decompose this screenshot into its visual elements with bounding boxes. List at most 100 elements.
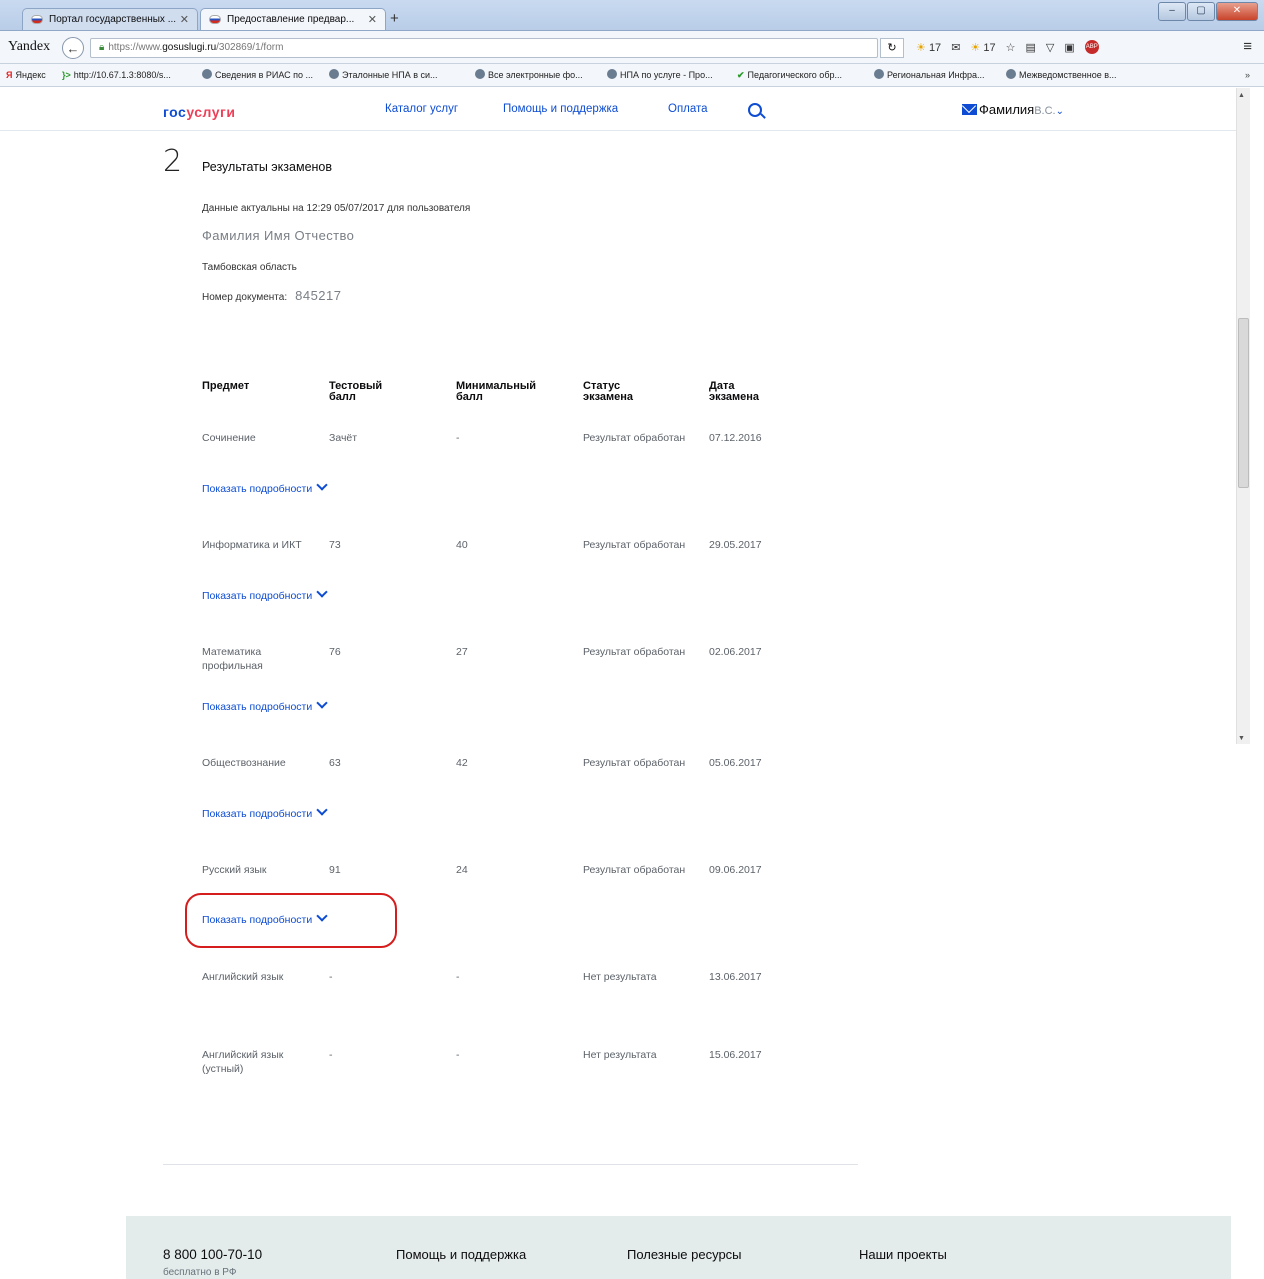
col-header-status: Статус экзамена	[583, 380, 634, 403]
arrow-icon: }>	[62, 70, 71, 80]
cell-status: Результат обработан	[583, 646, 686, 658]
nav-help[interactable]: Помощь и поддержка	[503, 103, 618, 115]
show-details-link[interactable]: Показать подробности	[202, 479, 328, 495]
cell-score: 73	[329, 539, 341, 551]
close-tab-icon[interactable]: ✕	[368, 9, 377, 30]
cell-score: -	[329, 971, 333, 983]
cell-min-score: 27	[456, 646, 468, 658]
cell-status: Результат обработан	[583, 757, 686, 769]
chevron-down-icon: ⌄	[1055, 106, 1064, 117]
footer-link-projects[interactable]: Наши проекты	[859, 1247, 947, 1262]
show-details-link[interactable]: Показать подробности	[202, 697, 328, 713]
bookmark-item[interactable]: Региональная Инфра...	[874, 64, 985, 86]
scroll-up-icon[interactable]: ▲	[1238, 92, 1245, 99]
bookmark-yandex[interactable]: Я Яндекс	[6, 64, 46, 86]
browser-menu-icon[interactable]: ≡	[1243, 38, 1252, 55]
bookmark-item[interactable]: Межведомственное в...	[1006, 64, 1117, 86]
search-icon[interactable]	[748, 103, 762, 117]
toolbar-icons: ☀ 17 ✉ ☀ 17 ☆ ▤ ▽ ▣ ABP	[916, 40, 1099, 54]
cell-min-score: -	[456, 971, 460, 983]
tab-label: Портал государственных ...	[49, 14, 177, 25]
mail-icon[interactable]	[962, 104, 977, 115]
bookmark-item[interactable]: Эталонные НПА в си...	[329, 64, 438, 86]
mail-widget-icon[interactable]: ✉	[951, 41, 960, 54]
browser-brand: Yandex	[8, 39, 51, 54]
globe-icon	[874, 69, 884, 79]
reading-list-icon[interactable]: ▤	[1025, 41, 1035, 54]
cell-min-score: 42	[456, 757, 468, 769]
weather-widget-2[interactable]: ☀ 17	[970, 41, 995, 54]
content-divider	[163, 1164, 858, 1165]
bookmark-item[interactable]: Все электронные фо...	[475, 64, 583, 86]
cell-date: 09.06.2017	[709, 864, 762, 876]
close-tab-icon[interactable]: ✕	[180, 9, 189, 30]
nav-catalog[interactable]: Каталог услуг	[385, 103, 458, 115]
col-header-score: Тестовый балл	[329, 380, 383, 403]
cell-subject: Математика профильная	[202, 646, 263, 672]
reload-button[interactable]: ↻	[880, 38, 904, 58]
cell-status: Нет результата	[583, 1049, 657, 1061]
browser-tab-form[interactable]: Предоставление предвар... ✕	[200, 8, 386, 30]
bookmark-item[interactable]: }> http://10.67.1.3:8080/s...	[62, 64, 171, 86]
address-bar[interactable]: 🔒︎ https://www.gosuslugi.ru/302869/1/form	[90, 38, 878, 58]
footer-link-resources[interactable]: Полезные ресурсы	[627, 1247, 742, 1262]
back-arrow-icon[interactable]: ←	[62, 37, 84, 59]
browser-tab-bar: Портал государственных ... ✕ Предоставле…	[0, 0, 1264, 31]
bookmark-star-icon[interactable]: ☆	[1006, 41, 1016, 54]
bookmark-item[interactable]: Сведения в РИАС по ...	[202, 64, 313, 86]
bookmark-item[interactable]: ✔ Педагогического обр...	[737, 64, 842, 86]
site-header: госуслуги Каталог услуг Помощь и поддерж…	[0, 88, 1246, 131]
col-header-date: Дата экзамена	[709, 380, 760, 403]
russia-flag-icon	[209, 15, 221, 24]
yandex-icon: Я	[6, 70, 13, 80]
chevron-down-icon	[316, 586, 328, 598]
cell-date: 13.06.2017	[709, 971, 762, 983]
user-initials: В.С.	[1034, 105, 1056, 117]
browser-tab-portal[interactable]: Портал государственных ... ✕	[22, 8, 198, 30]
globe-icon	[475, 69, 485, 79]
cell-subject: Обществознание	[202, 757, 286, 769]
adblock-icon[interactable]: ABP	[1084, 40, 1099, 54]
bookmarks-bar: Я Яндекс }> http://10.67.1.3:8080/s... Све…	[0, 64, 1264, 87]
cell-subject: Английский язык (устный)	[202, 1049, 284, 1075]
url-path: /302869/1/form	[216, 42, 284, 53]
gosuslugi-logo[interactable]: госуслуги	[163, 104, 235, 120]
close-window-button[interactable]: ✕	[1216, 2, 1258, 21]
bookmarks-overflow-icon[interactable]: »	[1245, 64, 1250, 86]
support-phone[interactable]: 8 800 100-70-10	[163, 1247, 262, 1262]
window-controls: – ▢ ✕	[1157, 2, 1258, 21]
bookmark-item[interactable]: НПА по услуге - Про...	[607, 64, 713, 86]
show-details-link[interactable]: Показать подробности	[202, 804, 328, 820]
minimize-button[interactable]: –	[1158, 2, 1186, 21]
cell-score: -	[329, 1049, 333, 1061]
step-number: 2	[163, 144, 183, 179]
cell-status: Результат обработан	[583, 864, 686, 876]
cell-score: 76	[329, 646, 341, 658]
globe-icon	[607, 69, 617, 79]
lock-icon: 🔒︎	[99, 42, 105, 53]
cell-date: 29.05.2017	[709, 539, 762, 551]
russia-flag-icon	[31, 15, 43, 24]
tab-label: Предоставление предвар...	[227, 14, 355, 25]
pocket-icon[interactable]: ▽	[1046, 41, 1054, 54]
cell-subject: Русский язык	[202, 864, 267, 876]
scroll-down-icon[interactable]: ▼	[1238, 735, 1245, 742]
weather-icon: ☀	[916, 41, 926, 54]
scrollbar-thumb[interactable]	[1238, 318, 1249, 488]
cell-min-score: -	[456, 432, 460, 444]
new-tab-button[interactable]: +	[390, 10, 399, 27]
cell-score: 91	[329, 864, 341, 876]
col-header-subject: Предмет	[202, 380, 250, 392]
maximize-button[interactable]: ▢	[1187, 2, 1215, 21]
nav-payment[interactable]: Оплата	[668, 103, 708, 115]
extension-icon[interactable]: ▣	[1064, 41, 1074, 54]
cell-status: Результат обработан	[583, 432, 686, 444]
region-text: Тамбовская область	[202, 262, 297, 273]
globe-icon	[202, 69, 212, 79]
show-details-link[interactable]: Показать подробности	[202, 586, 328, 602]
weather-widget[interactable]: ☀ 17	[916, 41, 941, 54]
cell-min-score: 40	[456, 539, 468, 551]
footer-link-help[interactable]: Помощь и поддержка	[396, 1247, 526, 1262]
cell-date: 07.12.2016	[709, 432, 762, 444]
user-menu[interactable]: ФамилияВ.С.⌄	[962, 102, 1064, 117]
